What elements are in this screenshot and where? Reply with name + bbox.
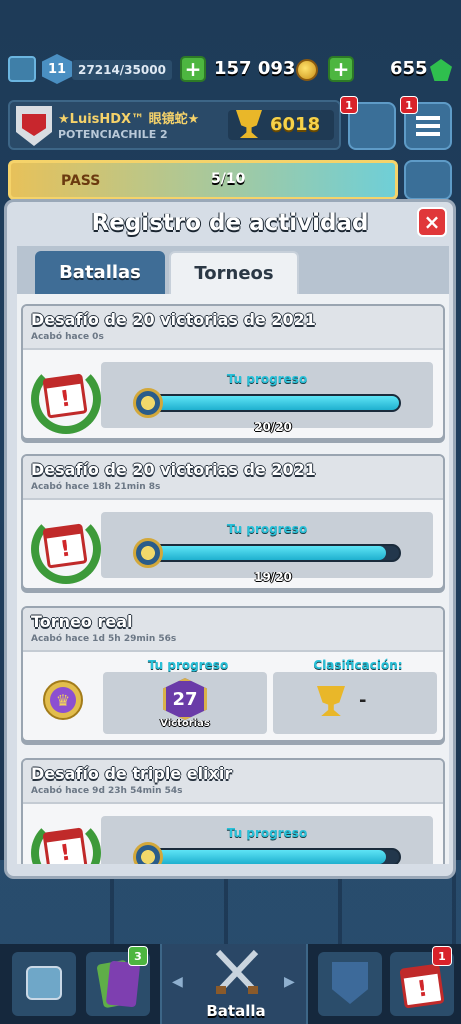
nav-battle[interactable]: ◀ ▶ Batalla: [160, 944, 308, 1024]
pass-progress: 5/10: [211, 171, 246, 187]
xp-bar: 27214/35000: [72, 60, 172, 80]
pass-label: PASS: [61, 173, 101, 189]
arrow-right-icon[interactable]: ▶: [284, 974, 295, 990]
progress-label: Tu progreso: [226, 372, 308, 386]
card-ended-time: Acabó hace 1d 5h 29min 56s: [31, 634, 177, 644]
progress-label: Tu progreso: [147, 658, 229, 672]
tab-battles[interactable]: Batallas: [35, 251, 165, 294]
close-button[interactable]: ×: [417, 207, 447, 237]
shop-chest-icon: [26, 966, 62, 1000]
friends-notification-badge: 1: [340, 96, 358, 114]
tab-tournaments[interactable]: Torneos: [169, 251, 299, 294]
gems-value: 655: [390, 58, 428, 79]
profile-panel[interactable]: ★LuisHDX™ 眼镜蛇★ POTENCIACHILE 2 6018: [8, 100, 341, 150]
trophy-count: 6018: [270, 114, 321, 135]
card-header: Desafío de triple elixir Acabó hace 9d 2…: [23, 760, 443, 804]
progress-label: Tu progreso: [226, 522, 308, 536]
level-badge: 11: [42, 54, 72, 84]
card-header: Desafío de 20 victorias de 2021 Acabó ha…: [23, 456, 443, 500]
progress-bar: [145, 848, 401, 864]
modal-title: Registro de actividad: [91, 210, 369, 236]
progress-panel: Tu progreso: [101, 816, 433, 864]
card-title: Desafío de 20 victorias de 2021: [31, 310, 316, 329]
progress-bar: 19/20: [145, 544, 401, 584]
activity-card[interactable]: Desafío de 20 victorias de 2021 Acabó ha…: [21, 454, 445, 590]
card-title: Torneo real: [31, 612, 133, 631]
card-title: Desafío de 20 victorias de 2021: [31, 460, 316, 479]
player-name: ★LuisHDX™ 眼镜蛇★: [58, 112, 200, 127]
xp-value: 27214/35000: [78, 63, 166, 77]
royal-tournament-icon: ♛: [43, 680, 83, 720]
wins-panel: 27 Victorias: [103, 672, 267, 734]
medal-icon: [133, 388, 163, 418]
events-calendar-icon: !: [399, 963, 445, 1009]
progress-bar-fill: [147, 546, 387, 560]
level-value: 11: [47, 61, 67, 77]
pass-royale-banner[interactable]: PASS 5/10: [8, 160, 398, 200]
rank-panel: -: [273, 672, 437, 734]
rank-value: -: [359, 690, 367, 711]
rank-label: Clasificación:: [313, 658, 403, 672]
medal-icon: [133, 842, 163, 864]
progress-text: 20/20: [254, 420, 292, 434]
wins-label: Victorias: [160, 718, 210, 729]
gold-coin-icon: [296, 59, 318, 81]
card-title: Desafío de triple elixir: [31, 764, 233, 783]
crossed-swords-icon: [215, 949, 259, 994]
add-gems-button[interactable]: +: [328, 56, 354, 82]
tab-bar: Batallas Torneos: [17, 246, 449, 294]
bottom-nav: 3 ◀ ▶ Batalla ! 1: [0, 944, 461, 1024]
wins-count: 27: [172, 688, 198, 710]
activity-list[interactable]: Desafío de 20 victorias de 2021 Acabó ha…: [17, 294, 449, 864]
card-header: Torneo real Acabó hace 1d 5h 29min 56s: [23, 608, 443, 652]
top-bar: 11 27214/35000 + 157 093 + 655: [0, 50, 461, 90]
gem-icon: [430, 59, 452, 81]
progress-label: Tu progreso: [226, 826, 308, 840]
card-ended-time: Acabó hace 0s: [31, 332, 104, 342]
progress-panel: Tu progreso 19/20: [101, 512, 433, 584]
medal-icon: [133, 538, 163, 568]
progress-bar: 20/20: [145, 394, 401, 434]
progress-text: 19/20: [254, 570, 292, 584]
activity-card[interactable]: Desafío de 20 victorias de 2021 Acabó ha…: [21, 304, 445, 440]
arrow-left-icon[interactable]: ◀: [172, 974, 183, 990]
activity-card[interactable]: Desafío de triple elixir Acabó hace 9d 2…: [21, 758, 445, 864]
nav-shop[interactable]: [12, 952, 76, 1016]
menu-icon: [416, 116, 440, 120]
progress-bar-fill: [147, 396, 399, 410]
challenge-calendar-icon: !: [42, 827, 88, 864]
gold-value: 157 093: [214, 58, 296, 79]
social-button[interactable]: [404, 160, 452, 200]
trophy-icon: [317, 686, 345, 716]
wins-badge-icon: 27: [163, 678, 207, 720]
events-notification-badge: 1: [432, 946, 452, 966]
challenge-calendar-icon: !: [42, 523, 88, 569]
challenge-calendar-icon: !: [42, 373, 88, 419]
clan-shield-icon: [332, 962, 368, 1004]
profile-icon[interactable]: [8, 56, 36, 82]
activity-log-modal: Registro de actividad × Batallas Torneos…: [4, 199, 456, 879]
card-ended-time: Acabó hace 9d 23h 54min 54s: [31, 786, 183, 796]
nav-clan[interactable]: [318, 952, 382, 1016]
trophy-icon: [236, 110, 262, 138]
card-ended-time: Acabó hace 18h 21min 8s: [31, 482, 161, 492]
trophy-box: 6018: [228, 110, 334, 140]
menu-notification-badge: 1: [400, 96, 418, 114]
battle-label: Batalla: [206, 1002, 266, 1020]
clan-name: POTENCIACHILE 2: [58, 128, 168, 141]
cards-notification-badge: 3: [128, 946, 148, 966]
progress-panel: Tu progreso 20/20: [101, 362, 433, 434]
progress-bar-fill: [147, 850, 387, 864]
activity-card[interactable]: Torneo real Acabó hace 1d 5h 29min 56s ♛…: [21, 606, 445, 742]
card-header: Desafío de 20 victorias de 2021 Acabó ha…: [23, 306, 443, 350]
add-gold-button[interactable]: +: [180, 56, 206, 82]
